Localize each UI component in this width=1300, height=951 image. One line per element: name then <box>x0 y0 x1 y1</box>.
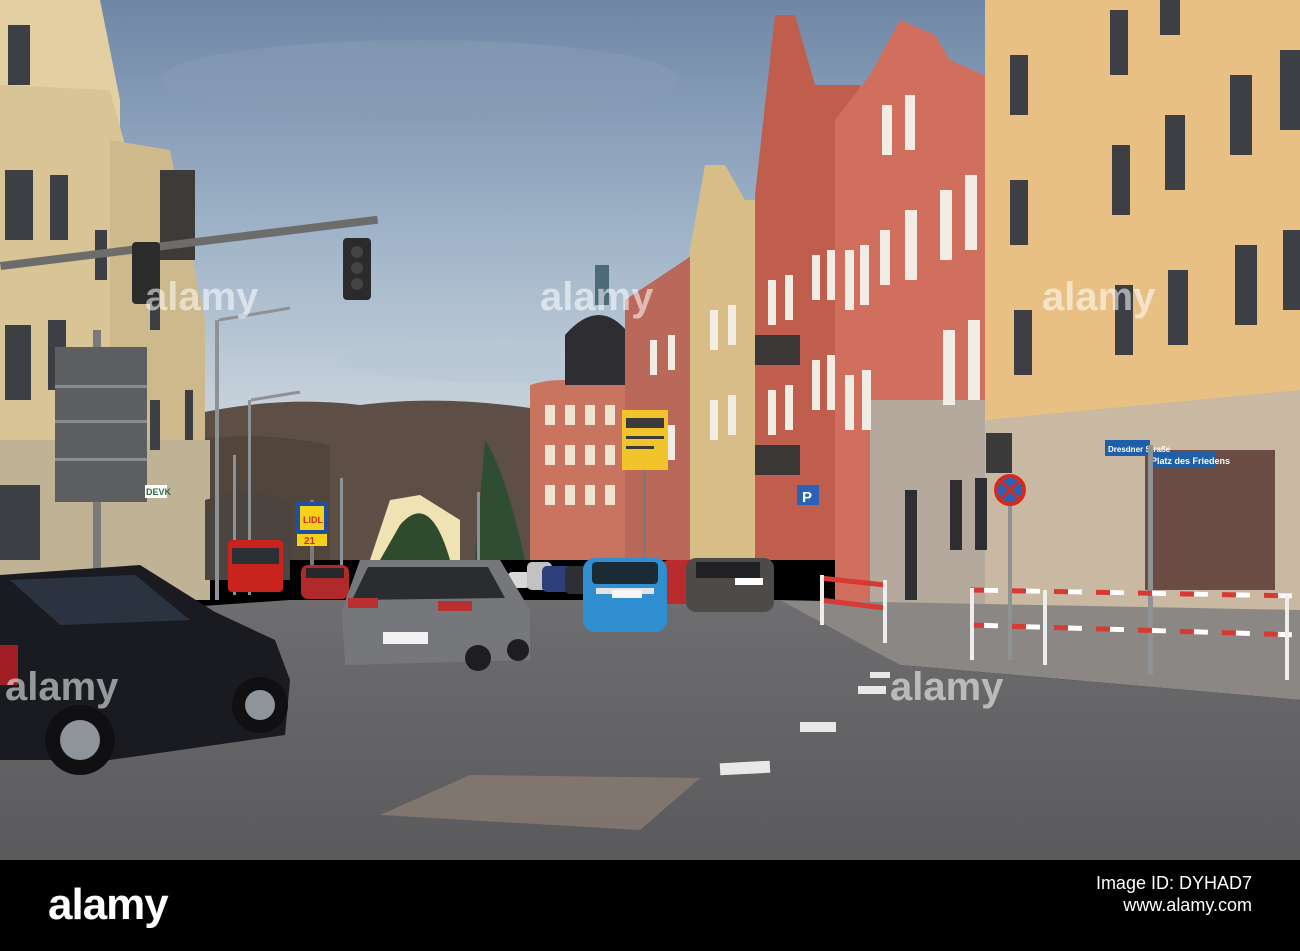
svg-text:alamy: alamy <box>5 665 119 709</box>
alamy-logo[interactable]: alamy <box>48 880 169 930</box>
image-id-text: Image ID: DYHAD7 <box>1095 873 1252 893</box>
street-sign-dresdner: Dresdner Straße <box>1108 445 1171 454</box>
svg-text:alamy: alamy <box>890 665 1004 709</box>
street-photo: Dresdner Straße Platz des Friedens LIDL … <box>0 0 1300 860</box>
devk-sign: DEVK <box>146 487 172 497</box>
svg-text:P: P <box>802 489 812 506</box>
footer-bar: alamy Image ID: DYHAD7 www.alamy.com <box>0 860 1300 951</box>
blue-car <box>583 558 667 632</box>
svg-text:LIDL: LIDL <box>303 515 323 525</box>
svg-text:alamy: alamy <box>145 275 259 319</box>
grey-golf-car <box>342 560 530 671</box>
svg-text:alamy: alamy <box>1042 275 1156 319</box>
svg-text:21: 21 <box>304 536 316 547</box>
svg-text:alamy: alamy <box>540 275 654 319</box>
street-sign-platz: Platz des Friedens <box>1151 456 1230 466</box>
red-bus <box>228 540 283 592</box>
image-id: Image ID: DYHAD7 www.alamy.com <box>1096 872 1252 916</box>
alamy-url-link[interactable]: www.alamy.com <box>1096 894 1252 916</box>
